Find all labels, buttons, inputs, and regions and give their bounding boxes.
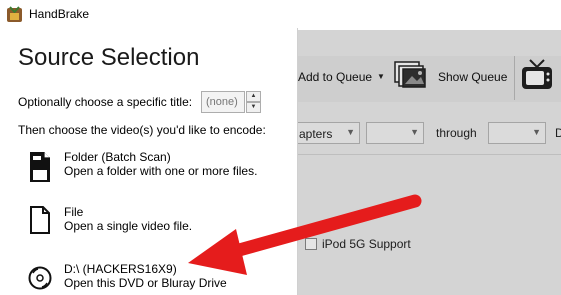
range-mode-value: apters [299, 127, 333, 141]
divider [298, 154, 561, 155]
add-to-queue-button[interactable]: Add to Queue [298, 70, 372, 84]
file-option[interactable]: File Open a single video file. [28, 205, 288, 245]
add-to-queue-dropdown-icon[interactable]: ▼ [377, 72, 385, 81]
disc-icon [28, 266, 52, 290]
ipod-5g-checkbox[interactable] [305, 238, 317, 250]
page-title: Source Selection [18, 44, 200, 71]
chevron-down-icon: ▼ [346, 127, 355, 137]
range-start-select[interactable]: ▼ [366, 122, 424, 144]
app-title: HandBrake [29, 7, 90, 21]
title-bar: HandBrake [0, 0, 561, 28]
handbrake-logo-icon [7, 6, 22, 22]
dvd-option-name: D:\ (HACKERS16X9) [64, 262, 177, 276]
through-label: through [436, 126, 477, 140]
folder-option-description: Open a folder with one or more files. [64, 164, 258, 178]
title-spinner[interactable]: ▲ ▼ [201, 91, 261, 113]
ipod-5g-label: iPod 5G Support [322, 237, 411, 251]
file-icon [30, 206, 50, 234]
file-option-description: Open a single video file. [64, 219, 193, 233]
spin-down-icon[interactable]: ▼ [246, 102, 261, 113]
dvd-option-description: Open this DVD or Bluray Drive [64, 276, 227, 290]
queue-icon[interactable] [393, 60, 429, 90]
toolbar-divider [514, 56, 515, 100]
title-prompt: Optionally choose a specific title: [18, 95, 193, 109]
folder-option-name: Folder (Batch Scan) [64, 150, 171, 164]
title-spinner-buttons[interactable]: ▲ ▼ [246, 91, 261, 113]
folder-icon [30, 152, 50, 182]
chevron-down-icon: ▼ [532, 127, 541, 137]
duration-label: D [555, 126, 561, 140]
title-spinner-input[interactable] [201, 91, 245, 113]
dvd-drive-option[interactable]: D:\ (HACKERS16X9) Open this DVD or Blura… [28, 262, 288, 295]
range-mode-select[interactable]: apters ▼ [298, 122, 360, 144]
main-window: Add to Queue ▼ Show Queue apters ▼ ▼ thr… [298, 30, 561, 295]
file-option-name: File [64, 205, 84, 219]
show-queue-button[interactable]: Show Queue [438, 70, 507, 84]
chevron-down-icon: ▼ [410, 127, 419, 137]
folder-batch-scan-option[interactable]: Folder (Batch Scan) Open a folder with o… [28, 150, 288, 190]
range-end-select[interactable]: ▼ [488, 122, 546, 144]
range-row: apters ▼ ▼ through ▼ D [298, 114, 561, 150]
spin-up-icon[interactable]: ▲ [246, 91, 261, 102]
preview-tv-icon[interactable] [520, 58, 554, 92]
choose-prompt: Then choose the video(s) you'd like to e… [18, 123, 266, 137]
main-toolbar: Add to Queue ▼ Show Queue [298, 56, 561, 102]
